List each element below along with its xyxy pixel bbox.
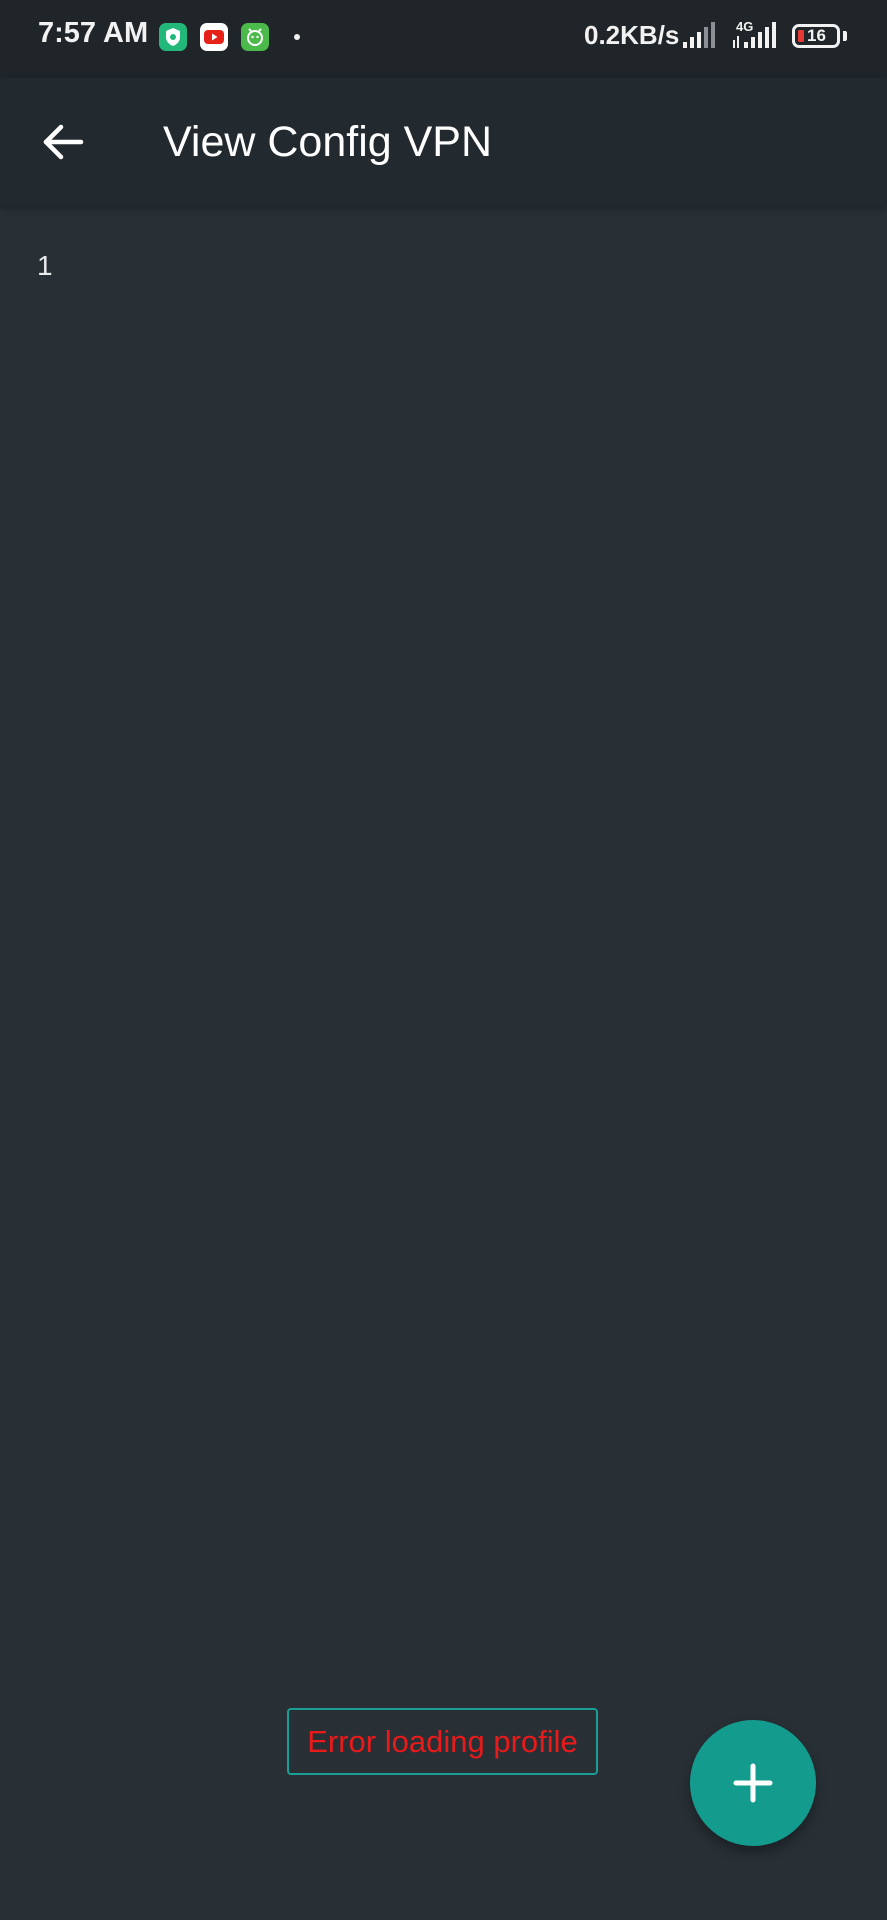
signal-strength-icon <box>683 22 715 48</box>
android-app-icon <box>241 23 269 51</box>
more-notifications-dot <box>294 34 300 40</box>
mobile-signal-icon <box>733 22 776 48</box>
add-config-button[interactable] <box>690 1720 816 1846</box>
error-message: Error loading profile <box>307 1723 578 1759</box>
back-button[interactable] <box>30 108 98 176</box>
arrow-left-icon <box>43 124 84 160</box>
status-bar: 7:57 AM 0.2KB/s 4G 16 <box>0 0 887 78</box>
network-speed: 0.2KB/s <box>584 20 680 50</box>
battery-tip <box>843 31 847 41</box>
app-bar: View Config VPN <box>0 78 887 206</box>
error-toast: Error loading profile <box>287 1708 598 1775</box>
youtube-icon <box>200 23 228 51</box>
page-title: View Config VPN <box>163 118 493 166</box>
battery-fill <box>798 30 804 42</box>
config-list: 1 <box>0 206 887 1920</box>
battery-level: 16 <box>807 26 826 45</box>
battery-icon: 16 <box>792 24 840 48</box>
vpn-shield-icon <box>159 23 187 51</box>
config-list-item[interactable]: 1 <box>37 250 53 282</box>
plus-icon <box>733 1763 773 1803</box>
status-time: 7:57 AM <box>38 17 149 49</box>
